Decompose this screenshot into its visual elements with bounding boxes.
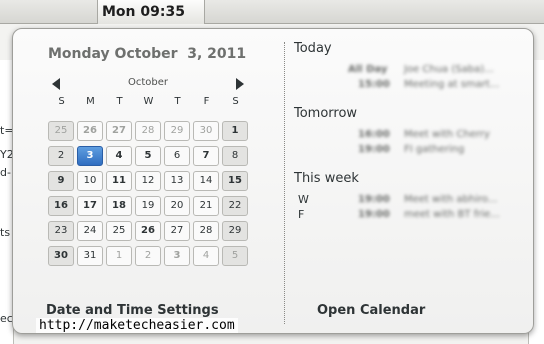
next-month-icon[interactable] [236,78,244,90]
calendar-grid: 25 26 27 28 29 30 1 2 3 4 5 6 7 8 9 10 1… [47,121,250,269]
calendar-day[interactable]: 27 [106,121,132,141]
calendar-day[interactable]: 4 [193,246,219,266]
event-time: 19:00 [358,144,390,155]
calendar-day[interactable]: 8 [222,146,248,166]
event-day-letter: F [298,208,305,221]
calendar-day[interactable]: 5 [222,246,248,266]
calendar-day[interactable]: 22 [222,196,248,216]
calendar-day[interactable]: 2 [135,246,161,266]
calendar-day[interactable]: 3 [164,246,190,266]
event-description[interactable]: Meet with Cherry [404,129,490,140]
this-week-heading: This week [294,171,359,186]
event-day-letter: W [298,193,309,206]
calendar-day[interactable]: 2 [48,146,74,166]
event-time: 19:00 [358,209,390,220]
event-description[interactable]: meet with BT frie... [404,209,500,220]
calendar-day[interactable]: 6 [164,146,190,166]
bg-text-fragment: ts [0,226,11,239]
open-calendar-button[interactable]: Open Calendar [317,303,425,318]
event-time: 15:00 [358,79,390,90]
calendar-day[interactable]: 7 [193,146,219,166]
calendar-day[interactable]: 11 [106,171,132,191]
calendar-day[interactable]: 30 [48,246,74,266]
event-description[interactable]: Joe Chua (Saba)... [404,64,494,75]
top-panel [0,0,544,24]
calendar-day[interactable]: 20 [164,196,190,216]
calendar-day[interactable]: 29 [222,221,248,241]
tomorrow-heading: Tomorrow [294,106,358,121]
calendar-day[interactable]: 19 [135,196,161,216]
event-time: All Day [348,64,388,75]
event-description[interactable]: Meeting at smart... [404,79,499,90]
today-heading: Today [294,41,332,56]
month-navigation: October [48,76,248,92]
calendar-day[interactable]: 24 [77,221,103,241]
calendar-day[interactable]: 28 [135,121,161,141]
calendar-day[interactable]: 23 [48,221,74,241]
bg-text-fragment: ec [0,312,13,325]
weekday-label: M [86,96,95,107]
calendar-day[interactable]: 25 [48,121,74,141]
calendar-day[interactable]: 17 [77,196,103,216]
weekday-label: T [116,96,123,107]
calendar-day[interactable]: 4 [106,146,132,166]
calendar-day[interactable]: 16 [48,196,74,216]
calendar-day[interactable]: 13 [164,171,190,191]
calendar-day[interactable]: 1 [106,246,132,266]
weekday-label: W [143,96,154,107]
previous-month-icon[interactable] [52,78,60,90]
event-time: 19:00 [358,194,390,205]
calendar-day[interactable]: 30 [193,121,219,141]
calendar-day[interactable]: 14 [193,171,219,191]
month-label: October [127,77,169,88]
popup-divider [284,42,285,324]
calendar-day[interactable]: 15 [222,171,248,191]
calendar-day[interactable]: 21 [193,196,219,216]
current-date-title: Monday October 3, 2011 [48,46,247,62]
event-description[interactable]: FI gathering [404,144,464,155]
weekday-label: S [58,96,65,107]
calendar-day[interactable]: 25 [106,221,132,241]
weekday-label: F [203,96,210,107]
calendar-day[interactable]: 29 [164,121,190,141]
weekday-label: T [174,96,181,107]
calendar-day[interactable]: 1 [222,121,248,141]
calendar-day[interactable]: 27 [164,221,190,241]
calendar-day-today[interactable]: 3 [77,146,103,166]
calendar-day[interactable]: 10 [77,171,103,191]
bg-text-fragment: d- [0,166,11,179]
calendar-day[interactable]: 26 [135,221,161,241]
weekday-label: S [232,96,239,107]
weekday-header: S M T W T F S [47,96,250,110]
calendar-day[interactable]: 5 [135,146,161,166]
clock-applet[interactable]: Mon 09:35 [97,0,205,24]
calendar-day[interactable]: 18 [106,196,132,216]
event-time: 16:00 [358,129,390,140]
calendar-day[interactable]: 31 [77,246,103,266]
event-description[interactable]: Meet with abhiro... [404,194,497,205]
calendar-day[interactable]: 28 [193,221,219,241]
calendar-day[interactable]: 26 [77,121,103,141]
watermark-url: http://maketecheasier.com [36,318,238,333]
calendar-day[interactable]: 12 [135,171,161,191]
calendar-day[interactable]: 9 [48,171,74,191]
date-time-settings-button[interactable]: Date and Time Settings [46,303,219,318]
